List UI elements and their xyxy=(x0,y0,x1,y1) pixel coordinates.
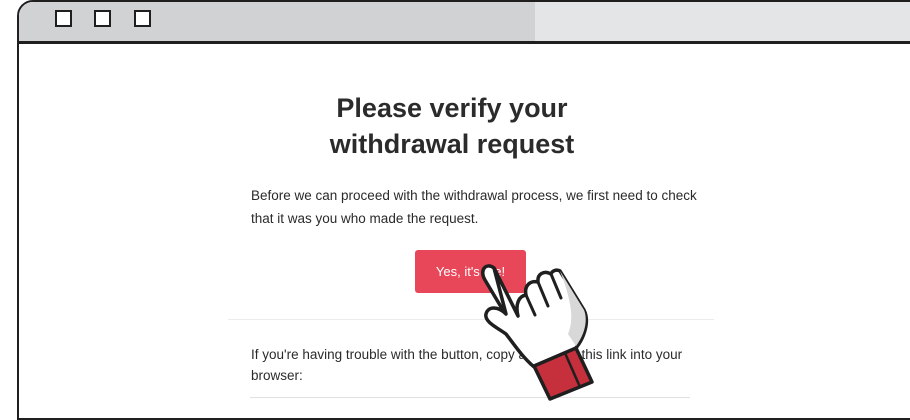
window-control-button[interactable] xyxy=(134,10,151,27)
page-title: Please verify your withdrawal request xyxy=(230,90,674,162)
page-title-line: Please verify your xyxy=(336,93,568,123)
message-line: that it was you who made the request. xyxy=(251,211,479,226)
message-line: Before we can proceed with the withdrawa… xyxy=(251,188,697,203)
window-control-button[interactable] xyxy=(55,10,72,27)
pointing-hand-icon xyxy=(481,264,594,401)
window-control-button[interactable] xyxy=(94,10,111,27)
page-title-line: withdrawal request xyxy=(329,129,575,159)
window-titlebar xyxy=(19,2,910,44)
verification-message: Before we can proceed with the withdrawa… xyxy=(251,184,701,230)
